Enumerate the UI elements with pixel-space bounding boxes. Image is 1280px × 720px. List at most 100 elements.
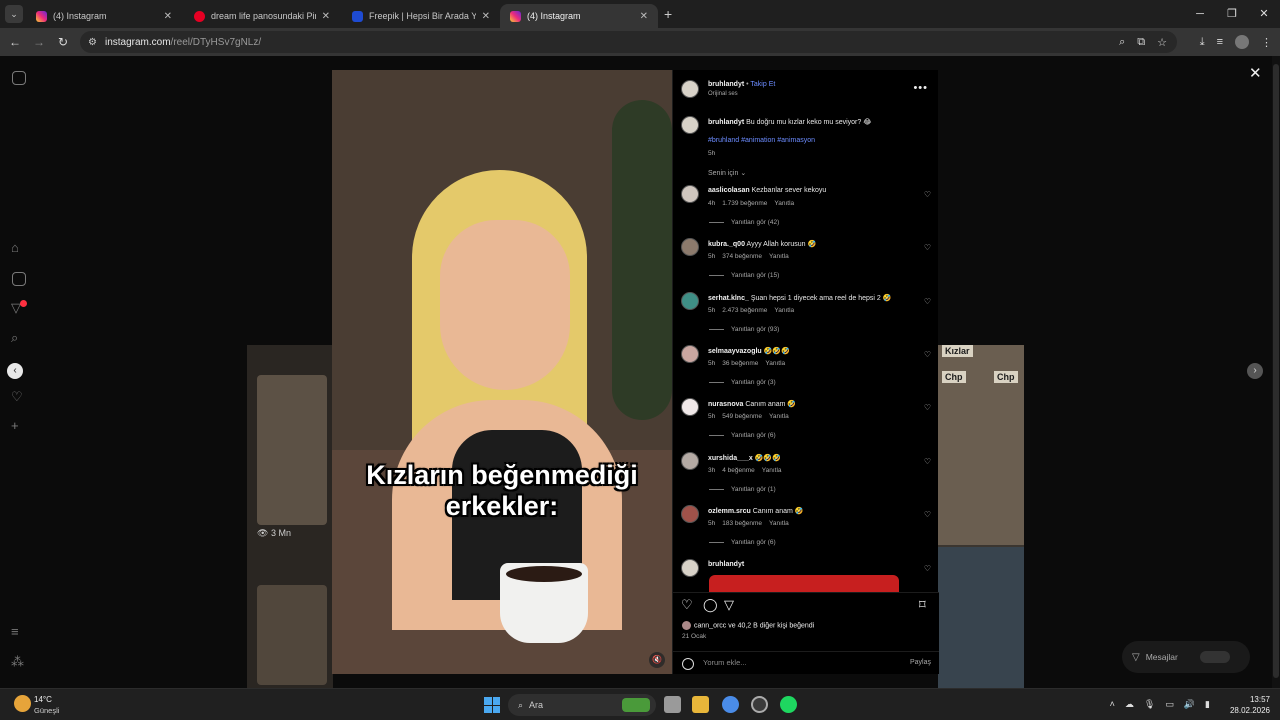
spotify-icon[interactable]	[780, 696, 797, 713]
view-replies-button[interactable]: Yanıtları gör (6)	[709, 539, 776, 546]
comment-image[interactable]	[709, 575, 899, 593]
task-view-icon[interactable]	[664, 696, 681, 713]
comment-likes[interactable]: 183 beğenme	[722, 520, 762, 527]
comment-likes[interactable]: 549 beğenme	[722, 413, 762, 420]
like-heart-icon[interactable]: ♡	[924, 403, 931, 412]
tab-instagram-active[interactable]: (4) Instagram ✕	[500, 4, 658, 28]
mute-icon[interactable]: 🔇	[649, 652, 665, 668]
bookmark-star-icon[interactable]: ☆	[1157, 36, 1167, 49]
like-heart-icon[interactable]: ♡	[924, 190, 931, 199]
share-icon[interactable]: ▽	[724, 597, 734, 613]
reels-icon[interactable]	[12, 272, 26, 286]
view-replies-button[interactable]: Yanıtları gör (93)	[709, 326, 779, 333]
like-heart-icon[interactable]: ♡	[681, 597, 693, 613]
file-explorer-icon[interactable]	[692, 696, 709, 713]
comment-likes[interactable]: 374 beğenme	[722, 253, 762, 260]
likes-summary[interactable]: cann_orcc ve 40,2 B diğer kişi beğendi	[682, 621, 814, 630]
reply-button[interactable]: Yanıtla	[769, 413, 789, 420]
previous-reel-preview[interactable]: 👁 3 Mn	[247, 345, 333, 688]
windows-start-icon[interactable]	[484, 697, 500, 713]
show-hidden-icons[interactable]: ˄	[1110, 699, 1115, 710]
onedrive-icon[interactable]: ☁	[1125, 699, 1134, 710]
tab-instagram-1[interactable]: (4) Instagram ✕	[26, 4, 182, 28]
like-heart-icon[interactable]: ♡	[924, 243, 931, 252]
save-bookmark-icon[interactable]: ⌑	[919, 597, 926, 613]
like-heart-icon[interactable]: ♡	[924, 350, 931, 359]
comment-likes[interactable]: 36 beğenme	[722, 360, 758, 367]
previous-arrow-icon[interactable]: ‹	[7, 363, 23, 379]
address-bar[interactable]: ⚙ instagram.com/reel/DTyHSv7gNLz/ ⌕ ⧉ ☆	[80, 31, 1177, 53]
like-heart-icon[interactable]: ♡	[924, 457, 931, 466]
view-replies-button[interactable]: Yanıtları gör (42)	[709, 219, 779, 226]
follow-button[interactable]: Takip Et	[750, 81, 775, 88]
view-replies-button[interactable]: Yanıtları gör (3)	[709, 379, 776, 386]
audio-label[interactable]: Orijinal ses	[708, 91, 738, 97]
emoji-icon[interactable]	[682, 658, 694, 670]
reply-button[interactable]: Yanıtla	[774, 200, 794, 207]
avatar[interactable]	[681, 292, 699, 310]
page-scrollbar[interactable]	[1272, 56, 1280, 688]
comment-likes[interactable]: 1.739 beğenme	[722, 200, 767, 207]
scroll-thumb[interactable]	[1273, 64, 1279, 678]
avatar[interactable]	[681, 345, 699, 363]
search-icon[interactable]: ⌕	[11, 330, 18, 346]
weather-temperature[interactable]: 14°C	[34, 695, 52, 704]
zoom-icon[interactable]: ⌕	[1119, 36, 1125, 49]
close-icon[interactable]: ✕	[1249, 64, 1262, 82]
comment-username[interactable]: selmaayvazoglu	[708, 348, 762, 355]
close-window-icon[interactable]: ✕	[1248, 0, 1280, 28]
taskbar-search[interactable]: ⌕ Ara	[508, 694, 656, 716]
media-control-icon[interactable]: ≡	[1217, 36, 1223, 48]
tab-search-button[interactable]: ⌄	[5, 5, 23, 23]
back-icon[interactable]: ←	[3, 35, 27, 49]
comment-username[interactable]: aaslicolasan	[708, 187, 750, 194]
like-heart-icon[interactable]: ♡	[924, 297, 931, 306]
reel-video[interactable]: Kızların beğenmediği erkekler: 🔇	[332, 70, 672, 674]
install-app-icon[interactable]: ⧉	[1137, 36, 1145, 49]
author-username[interactable]: bruhlandyt	[708, 81, 744, 88]
minimize-icon[interactable]: ─	[1184, 0, 1216, 28]
comment-username[interactable]: xurshida___x	[708, 455, 753, 462]
more-menu-icon[interactable]: ≡	[11, 624, 19, 639]
comment-likes[interactable]: 2.473 beğenme	[722, 307, 767, 314]
tab-freepik[interactable]: Freepik | Hepsi Bir Arada Yapay ✕	[342, 4, 500, 28]
post-comment-button[interactable]: Paylaş	[910, 659, 931, 666]
battery-icon[interactable]: ▮	[1205, 699, 1210, 710]
menu-dots-icon[interactable]: ⋮	[1261, 36, 1272, 49]
close-tab-icon[interactable]: ✕	[482, 11, 490, 22]
reply-button[interactable]: Yanıtla	[769, 520, 789, 527]
home-icon[interactable]: ⌂	[11, 240, 19, 255]
restore-icon[interactable]: ❐	[1216, 0, 1248, 28]
comment-likes[interactable]: 4 beğenme	[722, 467, 755, 474]
like-heart-icon[interactable]: ♡	[924, 510, 931, 519]
close-tab-icon[interactable]: ✕	[322, 11, 330, 22]
also-from-meta-icon[interactable]: ⁂	[11, 654, 24, 670]
new-tab-icon[interactable]: +	[664, 6, 672, 22]
view-replies-button[interactable]: Yanıtları gör (1)	[709, 486, 776, 493]
more-options-icon[interactable]: •••	[913, 82, 928, 94]
next-arrow-icon[interactable]: ›	[1247, 363, 1263, 379]
comment-username[interactable]: bruhlandyt	[708, 561, 744, 568]
sort-dropdown[interactable]: Senin için ⌄	[708, 169, 746, 177]
view-replies-button[interactable]: Yanıtları gör (15)	[709, 272, 779, 279]
next-reel-preview[interactable]: Kızlar Chp Chp	[938, 345, 1024, 688]
view-replies-button[interactable]: Yanıtları gör (6)	[709, 432, 776, 439]
instagram-logo-icon[interactable]	[12, 71, 26, 85]
weather-sun-icon[interactable]	[14, 695, 31, 712]
comment-icon[interactable]: ◯	[703, 597, 718, 613]
avatar[interactable]	[681, 238, 699, 256]
steam-icon[interactable]	[751, 696, 768, 713]
hashtags[interactable]: #bruhland #animation #animasyon	[708, 137, 815, 144]
reply-button[interactable]: Yanıtla	[769, 253, 789, 260]
comment-username[interactable]: ozlemm.srcu	[708, 508, 751, 515]
avatar[interactable]	[681, 505, 699, 523]
download-icon[interactable]: ⤓	[1200, 36, 1205, 49]
reload-icon[interactable]: ↻	[51, 35, 75, 49]
site-info-icon[interactable]: ⚙	[88, 37, 97, 48]
like-heart-icon[interactable]: ♡	[924, 564, 931, 573]
profile-avatar-icon[interactable]	[1235, 35, 1249, 49]
weather-condition[interactable]: Güneşli	[34, 706, 59, 715]
forward-icon[interactable]: →	[27, 35, 51, 49]
reply-button[interactable]: Yanıtla	[765, 360, 785, 367]
reply-button[interactable]: Yanıtla	[774, 307, 794, 314]
